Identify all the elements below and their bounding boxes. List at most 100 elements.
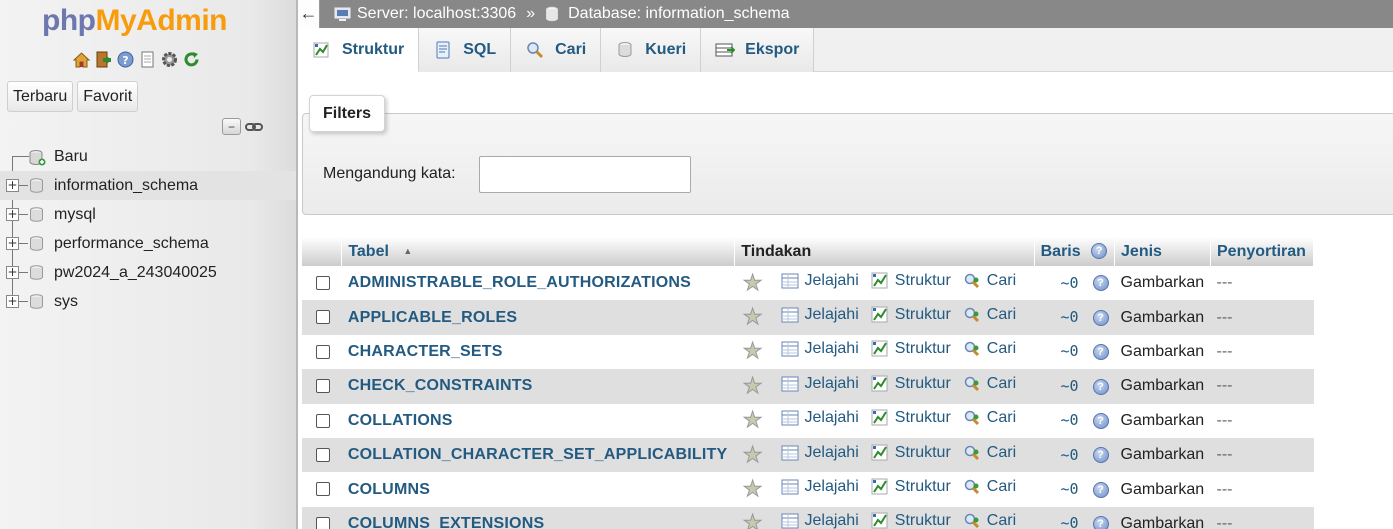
tree-item-information-schema[interactable]: + information_schema: [0, 171, 296, 200]
row-checkbox[interactable]: [316, 344, 330, 359]
tree-item-sys[interactable]: + sys: [0, 287, 296, 316]
actions-cell: ★ Jelajahi Struktur Cari: [734, 300, 1035, 335]
favorite-star-icon[interactable]: ★: [742, 373, 763, 398]
breadcrumb-database[interactable]: Database: information_schema: [568, 5, 789, 23]
structure-link[interactable]: Struktur: [871, 478, 951, 496]
tree-item-mysql[interactable]: + mysql: [0, 200, 296, 229]
row-checkbox[interactable]: [316, 447, 330, 462]
search-link[interactable]: Cari: [963, 409, 1016, 427]
table-row: COLUMNS_EXTENSIONS ★ Jelajahi Struktur Cari ~…: [302, 506, 1314, 529]
table-name-link[interactable]: APPLICABLE_ROLES: [348, 309, 517, 326]
expand-icon[interactable]: +: [6, 266, 19, 279]
search-link[interactable]: Cari: [963, 512, 1016, 529]
filter-input[interactable]: [479, 156, 691, 193]
help-icon[interactable]: ?: [1092, 447, 1109, 464]
structure-link[interactable]: Struktur: [871, 306, 951, 324]
search-link[interactable]: Cari: [963, 444, 1016, 462]
search-link[interactable]: Cari: [963, 340, 1016, 358]
tab-recent[interactable]: Terbaru: [7, 81, 74, 112]
help-icon[interactable]: ?: [1092, 344, 1109, 361]
structure-link[interactable]: Struktur: [871, 340, 951, 358]
breadcrumb-server[interactable]: Server: localhost:3306: [357, 5, 516, 23]
phpmyadmin-logo[interactable]: phpMyAdmin: [42, 3, 227, 39]
table-name-link[interactable]: COLUMNS: [348, 481, 430, 498]
row-checkbox-cell: [302, 266, 342, 301]
browse-link[interactable]: Jelajahi: [781, 409, 859, 427]
search-label: Cari: [986, 340, 1017, 358]
reload-icon[interactable]: [182, 50, 201, 69]
help-icon[interactable]: ?: [1091, 243, 1108, 260]
tab-favorites[interactable]: Favorit: [77, 81, 139, 112]
tab-export[interactable]: Ekspor: [701, 28, 815, 72]
search-link[interactable]: Cari: [963, 272, 1016, 290]
favorite-star-icon[interactable]: ★: [742, 270, 763, 295]
row-checkbox[interactable]: [316, 275, 330, 290]
expand-icon[interactable]: +: [6, 295, 19, 308]
exit-icon[interactable]: [94, 50, 113, 69]
favorite-star-icon[interactable]: ★: [742, 304, 763, 329]
table-name-link[interactable]: CHECK_CONSTRAINTS: [348, 377, 533, 394]
sql-icon: [433, 41, 453, 59]
table-name-link[interactable]: COLLATION_CHARACTER_SET_APPLICABILITY: [348, 446, 728, 463]
collapse-nav-button[interactable]: ←: [298, 0, 320, 28]
browse-link[interactable]: Jelajahi: [781, 512, 859, 529]
table-name-link[interactable]: ADMINISTRABLE_ROLE_AUTHORIZATIONS: [348, 274, 691, 291]
home-icon[interactable]: [72, 50, 91, 69]
help-icon[interactable]: ?: [1092, 378, 1109, 395]
collapse-all-icon[interactable]: −: [222, 118, 241, 135]
browse-link[interactable]: Jelajahi: [781, 272, 859, 290]
tree-item-new[interactable]: Baru: [0, 142, 296, 171]
search-link[interactable]: Cari: [963, 478, 1016, 496]
panel-resizer[interactable]: [296, 0, 298, 529]
row-checkbox[interactable]: [316, 482, 330, 497]
search-label: Cari: [986, 374, 1017, 392]
tree-item-performance-schema[interactable]: + performance_schema: [0, 229, 296, 258]
tab-structure[interactable]: Struktur: [298, 28, 420, 72]
browse-link[interactable]: Jelajahi: [781, 306, 859, 324]
row-checkbox[interactable]: [316, 413, 330, 428]
docs-icon[interactable]: [138, 50, 157, 69]
tab-query[interactable]: Kueri: [601, 28, 702, 72]
favorite-star-icon[interactable]: ★: [742, 510, 763, 529]
tab-search[interactable]: Cari: [511, 28, 602, 72]
search-link[interactable]: Cari: [963, 375, 1016, 393]
table-name-link[interactable]: COLUMNS_EXTENSIONS: [348, 515, 545, 529]
help-icon[interactable]: ?: [1092, 516, 1109, 529]
favorite-star-icon[interactable]: ★: [742, 476, 763, 501]
table-name-link[interactable]: COLLATIONS: [348, 412, 453, 429]
tree-item-pw2024[interactable]: + pw2024_a_243040025: [0, 258, 296, 287]
structure-link[interactable]: Struktur: [871, 512, 951, 529]
header-type[interactable]: Jenis: [1114, 237, 1211, 266]
tab-sql[interactable]: SQL: [419, 28, 512, 72]
favorite-star-icon[interactable]: ★: [742, 442, 763, 467]
link-with-main-icon[interactable]: [244, 118, 263, 135]
table-name-link[interactable]: CHARACTER_SETS: [348, 343, 503, 360]
browse-link[interactable]: Jelajahi: [781, 340, 859, 358]
favorite-star-icon[interactable]: ★: [742, 338, 763, 363]
structure-link[interactable]: Struktur: [871, 444, 951, 462]
browse-link[interactable]: Jelajahi: [781, 444, 859, 462]
row-count: ~0: [1060, 480, 1079, 499]
expand-icon[interactable]: +: [6, 237, 19, 250]
settings-icon[interactable]: [160, 50, 179, 69]
favorite-star-icon[interactable]: ★: [742, 407, 763, 432]
row-checkbox[interactable]: [316, 516, 330, 529]
header-collation[interactable]: Penyortiran: [1210, 237, 1314, 266]
browse-link[interactable]: Jelajahi: [781, 478, 859, 496]
expand-icon[interactable]: +: [6, 208, 19, 221]
structure-link[interactable]: Struktur: [871, 409, 951, 427]
help-icon[interactable]: ?: [1092, 275, 1109, 292]
help-icon[interactable]: ?: [1092, 481, 1109, 498]
structure-link[interactable]: Struktur: [871, 272, 951, 290]
row-checkbox[interactable]: [316, 379, 330, 394]
help-icon[interactable]: ?: [116, 50, 135, 69]
expand-icon[interactable]: +: [6, 179, 19, 192]
row-checkbox[interactable]: [316, 310, 330, 325]
header-rows[interactable]: Baris ?: [1034, 237, 1116, 266]
help-icon[interactable]: ?: [1092, 413, 1109, 430]
header-table[interactable]: Tabel ▲: [341, 237, 736, 266]
browse-link[interactable]: Jelajahi: [781, 375, 859, 393]
help-icon[interactable]: ?: [1092, 309, 1109, 326]
search-link[interactable]: Cari: [963, 306, 1016, 324]
structure-link[interactable]: Struktur: [871, 375, 951, 393]
